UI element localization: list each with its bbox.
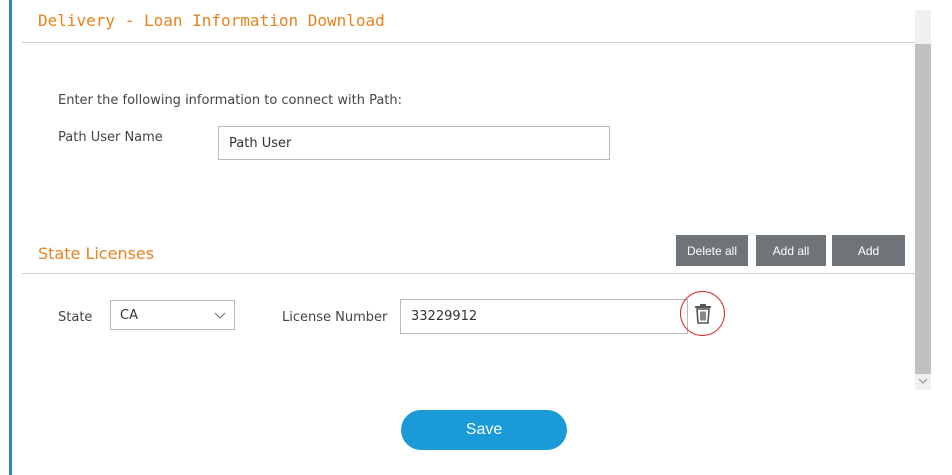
save-button[interactable]: Save — [401, 410, 567, 450]
title-divider — [22, 42, 915, 43]
page-title: Delivery - Loan Information Download — [38, 11, 385, 30]
state-licenses-title: State Licenses — [38, 244, 155, 263]
scroll-down-icon[interactable] — [918, 376, 928, 386]
trash-icon — [695, 304, 711, 324]
license-number-input[interactable] — [400, 299, 688, 334]
delete-license-button[interactable] — [680, 291, 725, 336]
state-select-value: CA — [120, 308, 138, 323]
left-rail — [9, 0, 12, 475]
add-all-button[interactable]: Add all — [756, 235, 826, 266]
state-label: State — [58, 310, 93, 325]
chevron-down-icon — [214, 312, 226, 319]
path-user-name-label: Path User Name — [58, 130, 163, 145]
delete-all-button[interactable]: Delete all — [676, 235, 748, 266]
licenses-divider — [22, 273, 915, 274]
scrollbar-thumb[interactable] — [915, 44, 931, 374]
license-number-label: License Number — [282, 310, 388, 325]
add-button[interactable]: Add — [832, 235, 905, 266]
path-intro-text: Enter the following information to conne… — [58, 93, 403, 108]
path-user-name-input[interactable] — [218, 126, 610, 160]
vertical-scrollbar[interactable] — [915, 10, 931, 390]
state-select[interactable]: CA — [110, 300, 235, 330]
